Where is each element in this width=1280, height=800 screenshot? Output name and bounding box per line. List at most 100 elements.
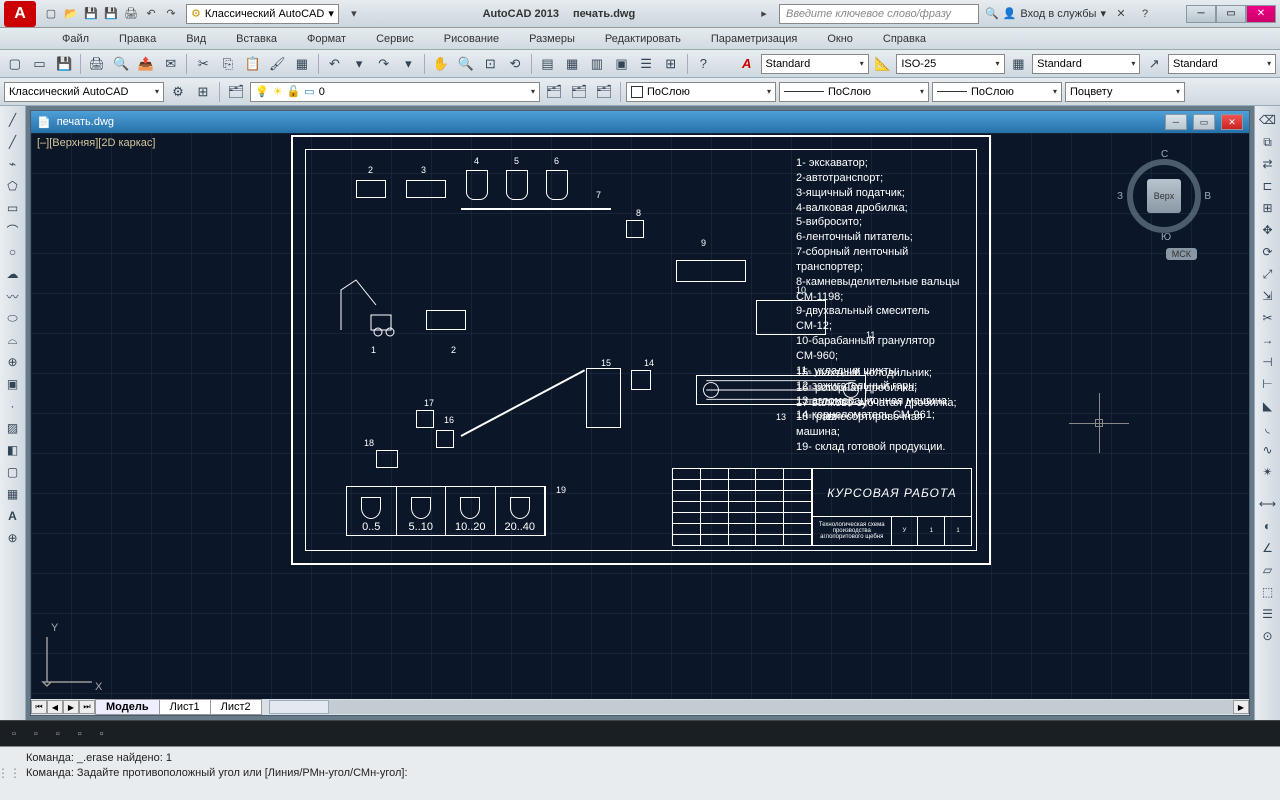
viewcube-n[interactable]: С (1161, 149, 1168, 160)
sheetset-icon[interactable]: ▣ (611, 53, 633, 75)
hatch-icon[interactable]: ▨ (3, 418, 23, 438)
command-line[interactable]: ⋮⋮ Команда: _.erase найдено: 1 Команда: … (0, 746, 1280, 800)
tab-first-icon[interactable]: ⏮ (31, 700, 47, 714)
layer-manager-icon[interactable]: 🗂 (225, 81, 247, 103)
textstyle-combo[interactable]: Standard▾ (761, 54, 869, 74)
offset-icon[interactable]: ⊏ (1258, 176, 1278, 196)
sb-coords[interactable]: ▫ (8, 726, 20, 742)
help-icon[interactable]: ? (1136, 5, 1154, 23)
open-icon[interactable]: ▭ (29, 53, 51, 75)
sb-ortho[interactable]: ▫ (74, 726, 86, 742)
menu-view[interactable]: Вид (180, 31, 212, 47)
break-icon[interactable]: ⊣ (1258, 352, 1278, 372)
mleaderstyle-combo[interactable]: Standard▾ (1168, 54, 1276, 74)
new-icon[interactable]: ▢ (42, 5, 60, 23)
publish-icon[interactable]: 📤 (135, 53, 157, 75)
save-icon[interactable]: 💾 (82, 5, 100, 23)
designcenter-icon[interactable]: ▦ (561, 53, 583, 75)
redo-icon[interactable]: ↷ (162, 5, 180, 23)
distance-icon[interactable]: ⟷ (1258, 494, 1278, 514)
open-icon[interactable]: 📂 (62, 5, 80, 23)
workspace-combo[interactable]: Классический AutoCAD▾ (4, 82, 164, 102)
trim-icon[interactable]: ✂ (1258, 308, 1278, 328)
sb-polar[interactable]: ▫ (96, 726, 108, 742)
table-icon[interactable]: ▦ (3, 484, 23, 504)
layer-iso-icon[interactable]: 🗂 (593, 81, 615, 103)
ws-save-icon[interactable]: ⊞ (192, 81, 214, 103)
rectangle-icon[interactable]: ▭ (3, 198, 23, 218)
explode-icon[interactable]: ✴ (1258, 462, 1278, 482)
mleaderstyle-icon[interactable]: ↗ (1143, 53, 1165, 75)
menu-parametric[interactable]: Параметризация (705, 31, 803, 47)
region-icon[interactable]: ▢ (3, 462, 23, 482)
copy-icon[interactable]: ⧉ (1258, 132, 1278, 152)
exchange-icon[interactable]: ✕ (1112, 5, 1130, 23)
cut-icon[interactable]: ✂ (192, 53, 214, 75)
id-icon[interactable]: ⊙ (1258, 626, 1278, 646)
workspace-selector[interactable]: ⚙ Классический AutoCAD ▾ (186, 4, 339, 24)
revcloud-icon[interactable]: ☁ (3, 264, 23, 284)
dimstyle-icon[interactable]: 📐 (872, 53, 894, 75)
document-titlebar[interactable]: 📄 печать.dwg ─ ▭ ✕ (31, 111, 1249, 133)
tab-last-icon[interactable]: ⏭ (79, 700, 95, 714)
plot-icon[interactable]: 🖨 (122, 5, 140, 23)
menu-tools[interactable]: Сервис (370, 31, 420, 47)
circle-icon[interactable]: ○ (3, 242, 23, 262)
minimize-button[interactable]: ─ (1186, 5, 1216, 23)
extend-icon[interactable]: → (1258, 330, 1278, 350)
undo-icon[interactable]: ↶ (324, 53, 346, 75)
saveas-icon[interactable]: 💾 (102, 5, 120, 23)
plot-icon[interactable]: 🖨 (86, 53, 108, 75)
3ddwf-icon[interactable]: ✉ (160, 53, 182, 75)
tab-layout2[interactable]: Лист2 (210, 699, 262, 715)
volume-icon[interactable]: ⬚ (1258, 582, 1278, 602)
copy-icon[interactable]: ⎘ (217, 53, 239, 75)
sb-snap[interactable]: ▫ (30, 726, 42, 742)
menu-file[interactable]: Файл (56, 31, 95, 47)
ucs-icon[interactable]: Y X (37, 622, 107, 695)
list-icon[interactable]: ☰ (1258, 604, 1278, 624)
viewcube-w[interactable]: З (1117, 191, 1123, 202)
angle-icon[interactable]: ∠ (1258, 538, 1278, 558)
tab-layout1[interactable]: Лист1 (159, 699, 211, 715)
markup-icon[interactable]: ☰ (635, 53, 657, 75)
chamfer-icon[interactable]: ◣ (1258, 396, 1278, 416)
help-icon[interactable]: ? (693, 53, 715, 75)
line-icon[interactable]: ╱ (3, 110, 23, 130)
redo-icon[interactable]: ↷ (373, 53, 395, 75)
menu-insert[interactable]: Вставка (230, 31, 283, 47)
fillet-icon[interactable]: ◟ (1258, 418, 1278, 438)
tab-prev-icon[interactable]: ◀ (47, 700, 63, 714)
viewport-label[interactable]: [–][Верхняя][2D каркас] (37, 137, 155, 149)
hscrollbar[interactable] (269, 700, 1233, 714)
undo-icon[interactable]: ↶ (142, 5, 160, 23)
ellipsearc-icon[interactable]: ⌓ (3, 330, 23, 350)
toolpalettes-icon[interactable]: ▥ (586, 53, 608, 75)
menu-draw[interactable]: Рисование (438, 31, 505, 47)
move-icon[interactable]: ✥ (1258, 220, 1278, 240)
preview-icon[interactable]: 🔍 (111, 53, 133, 75)
viewcube-top[interactable]: Верх (1147, 179, 1181, 213)
save-icon[interactable]: 💾 (53, 53, 75, 75)
mtext-icon[interactable]: A (3, 506, 23, 526)
blockeditor-icon[interactable]: ▦ (291, 53, 313, 75)
wcs-badge[interactable]: МСК (1166, 248, 1197, 260)
doc-minimize-button[interactable]: ─ (1165, 114, 1187, 130)
search-arrow-icon[interactable]: ▸ (755, 5, 773, 23)
menu-dimension[interactable]: Размеры (523, 31, 581, 47)
radius-icon[interactable]: ◐ (1258, 516, 1278, 536)
undo-drop-icon[interactable]: ▾ (348, 53, 370, 75)
properties-icon[interactable]: ▤ (537, 53, 559, 75)
zoom-realtime-icon[interactable]: 🔍 (455, 53, 477, 75)
viewcube-s[interactable]: Ю (1161, 232, 1171, 243)
textstyle-icon[interactable]: A (736, 53, 758, 75)
calc-icon[interactable]: ⊞ (660, 53, 682, 75)
doc-maximize-button[interactable]: ▭ (1193, 114, 1215, 130)
new-icon[interactable]: ▢ (4, 53, 26, 75)
insert-icon[interactable]: ⊕ (3, 352, 23, 372)
hscroll-right-icon[interactable]: ▶ (1233, 700, 1249, 714)
hscroll-thumb[interactable] (269, 700, 329, 714)
spline-icon[interactable]: 〰 (3, 286, 23, 306)
doc-close-button[interactable]: ✕ (1221, 114, 1243, 130)
tablestyle-combo[interactable]: Standard▾ (1032, 54, 1140, 74)
